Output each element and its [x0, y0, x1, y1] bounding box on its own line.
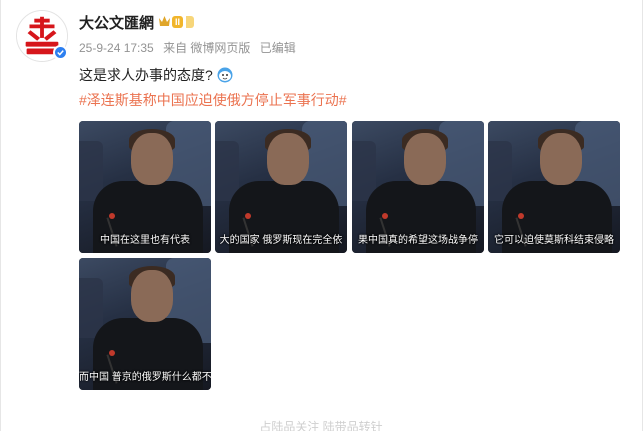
post-time[interactable]: 25-9-24 17:35 — [79, 41, 154, 55]
image-caption: 果中国真的希望这场战争停 — [358, 235, 478, 246]
doge-emoji-icon — [217, 67, 233, 83]
post-image-4[interactable]: 它可以迫使莫斯科结束侵略 — [488, 121, 620, 253]
crown-icon — [159, 16, 170, 26]
post-image-5[interactable]: 而中国 普京的俄罗斯什么都不 — [79, 258, 211, 390]
post-meta: 25-9-24 17:35 来自 微博网页版 已编辑 — [79, 39, 302, 56]
post-text: 这是求人办事的态度? — [79, 66, 233, 84]
image-caption: 大的国家 俄罗斯现在完全依 — [219, 235, 343, 246]
weibo-post-card: 大公文匯網 II 25-9-24 17:35 来自 微博网页版 已编辑 这是求人… — [0, 0, 643, 431]
level-badge-tail — [186, 16, 194, 28]
post-source: 来自 微博网页版 — [163, 41, 251, 55]
edited-label[interactable]: 已编辑 — [260, 41, 296, 55]
topic-hashtag-link[interactable]: #泽连斯基称中国应迫使俄方停止军事行动# — [79, 91, 347, 109]
verified-badge-icon — [53, 45, 68, 60]
image-caption: 中国在这里也有代表 — [100, 235, 190, 246]
post-image-2[interactable]: 大的国家 俄罗斯现在完全依 — [215, 121, 347, 253]
post-text-content: 这是求人办事的态度? — [79, 67, 213, 83]
image-caption: 它可以迫使莫斯科结束侵略 — [494, 235, 614, 246]
post-image-1[interactable]: 中国在这里也有代表 — [79, 121, 211, 253]
post-image-3[interactable]: 果中国真的希望这场战争停 — [352, 121, 484, 253]
level-badge[interactable]: II — [172, 16, 184, 28]
image-caption: 而中国 普京的俄罗斯什么都不 — [79, 372, 211, 383]
account-name[interactable]: 大公文匯網 — [79, 12, 154, 33]
faded-footer-text: 占陆品关注 陆带品转针 — [259, 420, 383, 431]
